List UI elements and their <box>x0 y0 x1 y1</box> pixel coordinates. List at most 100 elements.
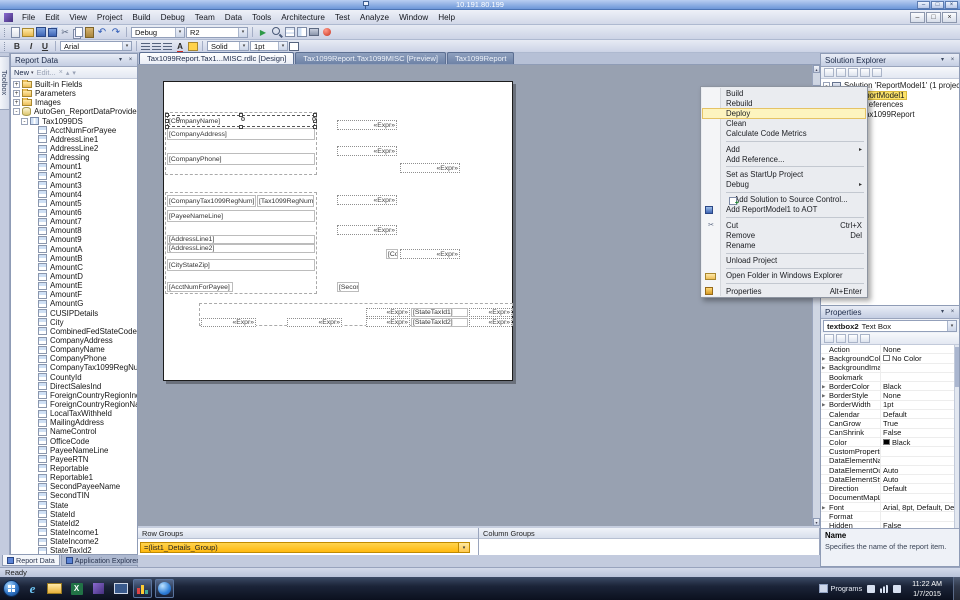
tree-field-officecode[interactable]: OfficeCode <box>11 436 137 445</box>
copy-icon[interactable] <box>75 27 83 37</box>
tree-field-addressing[interactable]: Addressing <box>11 153 137 162</box>
border-width-combo[interactable]: 1pt ▾ <box>250 41 288 51</box>
context-menu-item-set-as-startup-project[interactable]: Set as StartUp Project <box>702 169 866 179</box>
align-right-icon[interactable] <box>163 43 172 50</box>
tree-field-reportable[interactable]: Reportable <box>11 464 137 473</box>
property-row-backgroundcolor[interactable]: ▶BackgroundColorNo Color <box>821 354 959 363</box>
context-menu-item-deploy[interactable]: Deploy <box>702 108 866 118</box>
tree-field-companyaddress[interactable]: CompanyAddress <box>11 336 137 345</box>
tree-item-built-in-fields[interactable]: +Built-in Fields <box>11 80 137 89</box>
start-debug-icon[interactable] <box>257 26 269 38</box>
chevron-down-icon[interactable]: ▾ <box>947 321 956 331</box>
close-icon[interactable]: × <box>948 56 957 65</box>
taskbar-clock[interactable]: 11:22 AM 1/7/2015 <box>906 579 948 598</box>
expand-arrow-icon[interactable]: ▶ <box>822 402 825 408</box>
property-row-hidden[interactable]: HiddenFalse <box>821 522 959 528</box>
expr-7-textbox[interactable]: «Expr» <box>366 308 410 317</box>
state-tax-id1-textbox[interactable]: [StateTaxId1] <box>411 308 468 317</box>
property-row-backgroundimage[interactable]: ▶BackgroundImage <box>821 364 959 373</box>
tree-item-autogen-reportdataprovider[interactable]: -AutoGen_ReportDataProvider <box>11 107 137 116</box>
collapse-expander-icon[interactable]: - <box>21 118 28 125</box>
property-row-borderstyle[interactable]: ▶BorderStyleNone <box>821 391 959 400</box>
menu-item-help[interactable]: Help <box>433 11 460 24</box>
categorized-icon[interactable] <box>824 334 834 343</box>
tree-field-companytax1099regnum[interactable]: CompanyTax1099RegNum <box>11 363 137 372</box>
context-menu-item-debug[interactable]: Debug▸ <box>702 180 866 190</box>
context-menu-item-unload-project[interactable]: Unload Project <box>702 256 866 266</box>
context-menu-item-properties[interactable]: PropertiesAlt+Enter <box>702 286 866 296</box>
browser-app-icon[interactable] <box>155 579 174 598</box>
home-icon[interactable] <box>824 68 834 77</box>
redo-icon[interactable] <box>110 26 122 38</box>
expand-expander-icon[interactable]: + <box>13 81 20 88</box>
scrollbar-thumb[interactable] <box>955 347 959 387</box>
property-row-borderwidth[interactable]: ▶BorderWidth1pt <box>821 401 959 410</box>
tree-field-amount1[interactable]: Amount1 <box>11 162 137 171</box>
chevron-down-icon[interactable]: ▾ <box>122 42 131 50</box>
property-row-dataelementname[interactable]: DataElementName <box>821 457 959 466</box>
delete-icon[interactable]: × <box>59 69 63 76</box>
new-button[interactable]: New ▾ <box>14 68 34 77</box>
reset-icon[interactable] <box>860 334 870 343</box>
address-line2-textbox[interactable]: [AddressLine2] <box>167 244 315 253</box>
context-menu-item-add-reference[interactable]: Add Reference... <box>702 154 866 164</box>
expand-expander-icon[interactable]: + <box>13 99 20 106</box>
context-menu-item-open-folder-in-windows-explorer[interactable]: Open Folder in Windows Explorer <box>702 271 866 281</box>
chevron-down-icon[interactable]: ▾ <box>175 28 184 37</box>
tax-regnum-textbox[interactable]: [Tax1099RegNum] <box>257 195 314 207</box>
tree-field-amount3[interactable]: Amount3 <box>11 181 137 190</box>
error-list-icon[interactable] <box>321 26 333 38</box>
view-designer-icon[interactable] <box>872 68 882 77</box>
tree-field-city[interactable]: City <box>11 318 137 327</box>
tree-field-namecontrol[interactable]: NameControl <box>11 427 137 436</box>
save-all-icon[interactable] <box>48 28 57 37</box>
undo-icon[interactable] <box>96 26 108 38</box>
alphabetical-icon[interactable] <box>836 334 846 343</box>
context-menu-item-cut[interactable]: CutCtrl+X <box>702 220 866 230</box>
menu-item-view[interactable]: View <box>64 11 92 24</box>
close-button[interactable]: × <box>942 12 957 23</box>
menu-item-team[interactable]: Team <box>190 11 220 24</box>
row-group-item[interactable]: =(list1_Details_Group)▾ <box>140 542 470 553</box>
move-up-icon[interactable]: ▴ <box>66 69 70 77</box>
remote-desktop-icon[interactable] <box>111 579 130 598</box>
close-icon[interactable]: × <box>948 308 957 317</box>
save-icon[interactable] <box>36 27 46 37</box>
chevron-down-icon[interactable]: ▾ <box>278 42 287 50</box>
expr-2-textbox[interactable]: «Expr» <box>337 146 397 156</box>
tree-field-stateincome2[interactable]: StateIncome2 <box>11 537 137 546</box>
property-row-bordercolor[interactable]: ▶BorderColorBlack <box>821 382 959 391</box>
expr-6-textbox[interactable]: «Expr» <box>400 249 460 259</box>
tree-field-state[interactable]: State <box>11 500 137 509</box>
foreground-color-icon[interactable] <box>174 40 186 52</box>
state-tax-id2-textbox[interactable]: [StateTaxId2] <box>411 318 468 327</box>
tree-field-amount9[interactable]: Amount9 <box>11 235 137 244</box>
menu-item-data[interactable]: Data <box>220 11 247 24</box>
menu-item-project[interactable]: Project <box>92 11 127 24</box>
combined-code-textbox[interactable]: [CombinedFedStateCode] <box>386 249 398 259</box>
context-menu-item-clean[interactable]: Clean <box>702 119 866 129</box>
expr-3-textbox[interactable]: «Expr» <box>400 163 460 173</box>
scroll-up-icon[interactable]: ▴ <box>813 65 820 73</box>
align-center-icon[interactable] <box>152 43 161 50</box>
company-phone-textbox[interactable]: [CompanyPhone] <box>167 153 315 165</box>
doc-tab-tax1099report-tax1-misc-rdlc-design[interactable]: Tax1099Report.Tax1...MISC.rdlc [Design] <box>139 52 294 64</box>
show-desktop-button[interactable] <box>953 577 960 600</box>
menu-item-edit[interactable]: Edit <box>40 11 64 24</box>
tree-field-countyid[interactable]: CountyId <box>11 373 137 382</box>
window-position-icon[interactable]: ▾ <box>938 308 947 317</box>
collapse-expander-icon[interactable]: - <box>13 108 20 115</box>
pin-icon[interactable] <box>362 1 370 9</box>
tree-field-secondpayeename[interactable]: SecondPayeeName <box>11 482 137 491</box>
context-menu-item-build[interactable]: Build <box>702 88 866 98</box>
property-row-action[interactable]: ActionNone <box>821 345 959 354</box>
close-icon[interactable]: × <box>126 56 135 65</box>
find-icon[interactable] <box>271 26 283 38</box>
visual-studio-icon[interactable] <box>89 579 108 598</box>
tray-volume-icon[interactable] <box>893 585 901 593</box>
view-code-icon[interactable] <box>860 68 870 77</box>
tree-field-localtaxwithheld[interactable]: LocalTaxWithheld <box>11 409 137 418</box>
tree-field-mailingaddress[interactable]: MailingAddress <box>11 418 137 427</box>
tree-field-amount2[interactable]: Amount2 <box>11 171 137 180</box>
context-menu-item-calculate-code-metrics[interactable]: Calculate Code Metrics <box>702 129 866 139</box>
